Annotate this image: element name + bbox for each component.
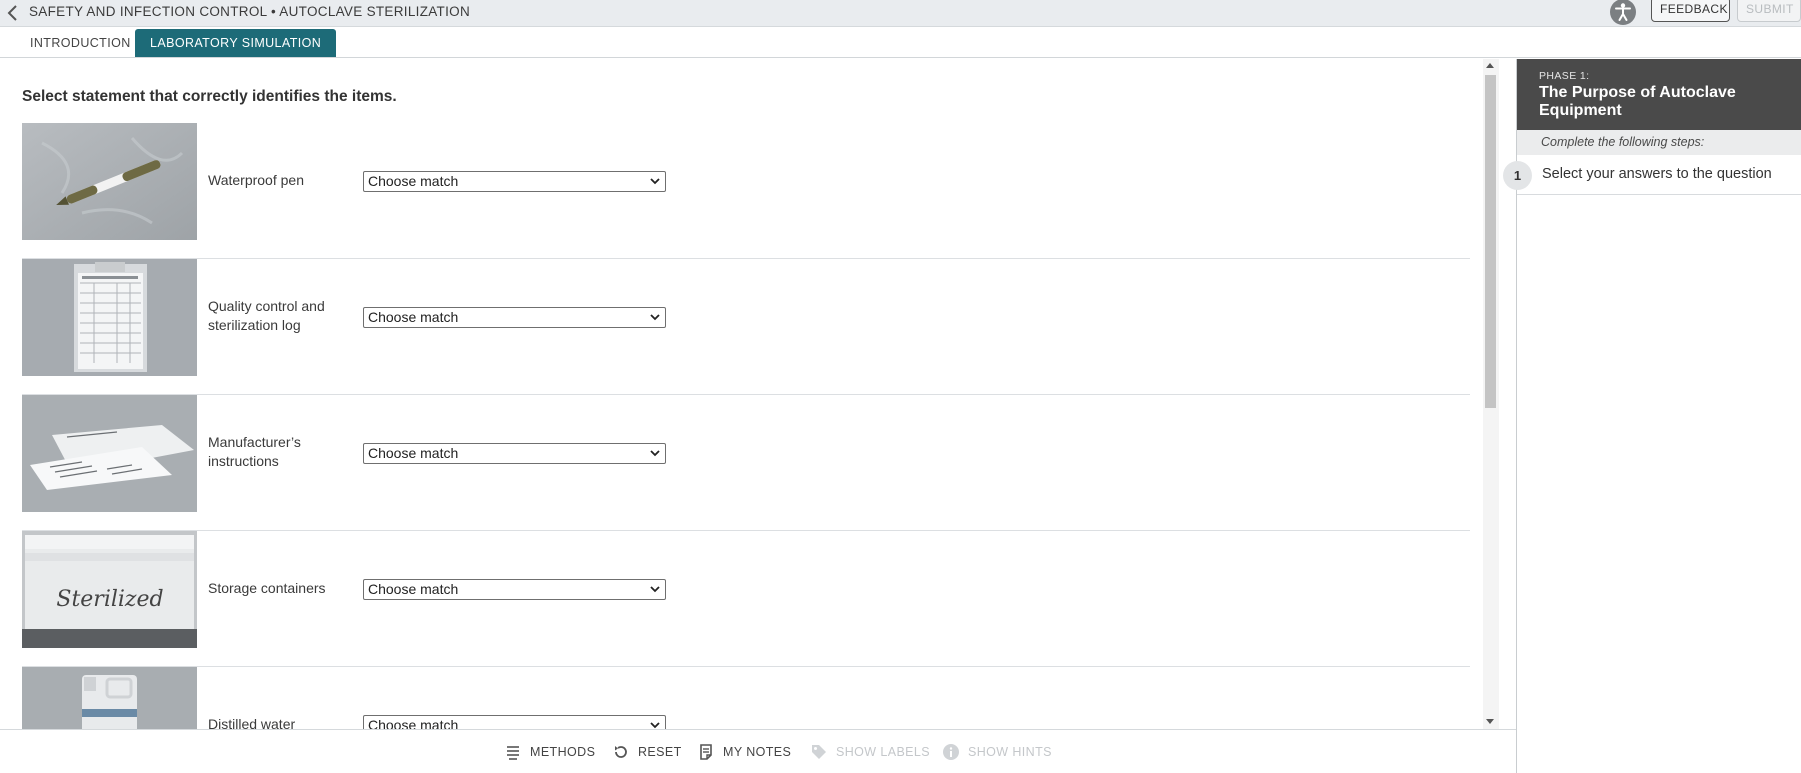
match-row: Sterilized Storage containers Choose mat… xyxy=(22,531,1470,667)
item-label: Manufacturer’s instructions xyxy=(208,434,301,469)
reset-label: RESET xyxy=(638,745,682,759)
my-notes-button[interactable]: MY NOTES xyxy=(698,742,792,762)
step-text: Select your answers to the question xyxy=(1542,166,1772,182)
item-label: Storage containers xyxy=(208,580,326,596)
match-select[interactable]: Choose match xyxy=(363,579,666,600)
item-label: Distilled water xyxy=(208,716,296,729)
show-hints-button[interactable]: SHOW HINTS xyxy=(943,742,1051,762)
step-item: 1 Select your answers to the question xyxy=(1503,155,1801,195)
show-labels-button[interactable]: SHOW LABELS xyxy=(811,742,930,762)
match-row: Waterproof pen Choose match xyxy=(22,123,1470,259)
feedback-button[interactable]: FEEDBACK xyxy=(1651,0,1730,22)
sterilized-label-text: Sterilized xyxy=(56,587,163,612)
item-image: Sterilized xyxy=(22,531,197,648)
item-image xyxy=(22,123,197,240)
tab-laboratory-simulation[interactable]: LABORATORY SIMULATION xyxy=(135,29,337,57)
top-bar: SAFETY AND INFECTION CONTROL • AUTOCLAVE… xyxy=(0,0,1801,27)
phase-header: PHASE 1: The Purpose of Autoclave Equipm… xyxy=(1517,59,1801,130)
phase-title: The Purpose of Autoclave Equipment xyxy=(1539,84,1736,119)
chevron-down-icon xyxy=(650,314,660,321)
my-notes-label: MY NOTES xyxy=(723,745,792,759)
bottom-toolbar: METHODS RESET MY NOTES SHOW LABELS SHOW … xyxy=(0,729,1517,773)
phase-label: PHASE 1: xyxy=(1539,70,1590,82)
show-hints-label: SHOW HINTS xyxy=(968,745,1052,759)
methods-icon xyxy=(507,746,519,760)
accessibility-icon[interactable] xyxy=(1610,0,1636,25)
select-value: Choose match xyxy=(368,717,459,729)
tag-icon xyxy=(812,745,826,759)
scroll-up-arrow-icon[interactable] xyxy=(1486,63,1494,68)
select-value: Choose match xyxy=(368,309,459,325)
steps-hint: Complete the following steps: xyxy=(1517,130,1801,155)
item-label: Waterproof pen xyxy=(208,172,304,188)
back-arrow-icon[interactable] xyxy=(6,4,20,22)
submit-button[interactable]: SUBMIT xyxy=(1737,0,1801,22)
show-labels-label: SHOW LABELS xyxy=(836,745,931,759)
select-value: Choose match xyxy=(368,173,459,189)
step-number-badge: 1 xyxy=(1503,161,1532,190)
question-area: Select statement that correctly identifi… xyxy=(0,59,1484,729)
match-row: Manufacturer’s instructions Choose match xyxy=(22,395,1470,531)
item-image xyxy=(22,395,197,512)
methods-label: METHODS xyxy=(530,745,596,759)
item-image xyxy=(22,259,197,376)
tab-introduction[interactable]: INTRODUCTION xyxy=(15,29,146,57)
reset-button[interactable]: RESET xyxy=(613,742,681,762)
chevron-down-icon xyxy=(650,586,660,593)
match-select[interactable]: Choose match xyxy=(363,443,666,464)
chevron-down-icon xyxy=(650,450,660,457)
info-icon xyxy=(943,744,959,760)
item-label: Quality control and sterilization log xyxy=(208,298,325,333)
chevron-down-icon xyxy=(650,178,660,185)
match-select[interactable]: Choose match xyxy=(363,715,666,729)
match-row: Quality control and sterilization log Ch… xyxy=(22,259,1470,395)
match-select[interactable]: Choose match xyxy=(363,171,666,192)
item-image xyxy=(22,667,197,729)
scrollbar-thumb[interactable] xyxy=(1485,75,1496,408)
match-row: Distilled water Choose match xyxy=(22,667,1470,729)
tab-bar: INTRODUCTION LABORATORY SIMULATION xyxy=(0,27,1801,58)
methods-button[interactable]: METHODS xyxy=(505,742,595,762)
instructions-panel: PHASE 1: The Purpose of Autoclave Equipm… xyxy=(1503,59,1801,773)
scroll-down-arrow-icon[interactable] xyxy=(1486,719,1494,724)
match-select[interactable]: Choose match xyxy=(363,307,666,328)
select-value: Choose match xyxy=(368,445,459,461)
breadcrumb: SAFETY AND INFECTION CONTROL • AUTOCLAVE… xyxy=(29,4,470,19)
reset-icon xyxy=(615,746,627,758)
notes-icon xyxy=(700,744,712,760)
select-value: Choose match xyxy=(368,581,459,597)
question-instruction: Select statement that correctly identifi… xyxy=(22,88,397,105)
chevron-down-icon xyxy=(650,722,660,729)
